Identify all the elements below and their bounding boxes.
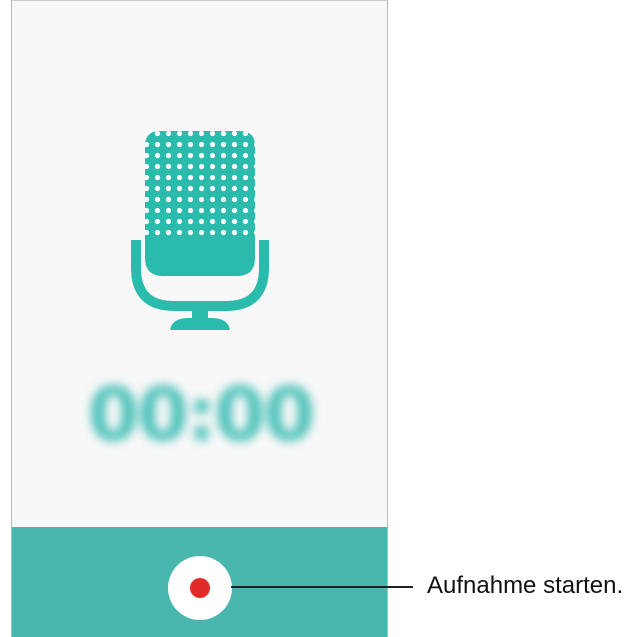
record-button[interactable]	[168, 556, 232, 620]
record-button-callout-label: Aufnahme starten.	[427, 572, 624, 599]
microphone-icon	[130, 128, 270, 333]
elapsed-time-display: 00:00	[87, 372, 316, 458]
bottom-control-bar	[12, 527, 387, 637]
record-dot-icon	[190, 578, 210, 598]
app-screen: 00:00	[11, 0, 388, 637]
screen-top-border	[12, 0, 387, 1]
screenshot-canvas: 00:00 Aufnahme starten.	[0, 0, 634, 637]
callout-line	[231, 586, 413, 588]
